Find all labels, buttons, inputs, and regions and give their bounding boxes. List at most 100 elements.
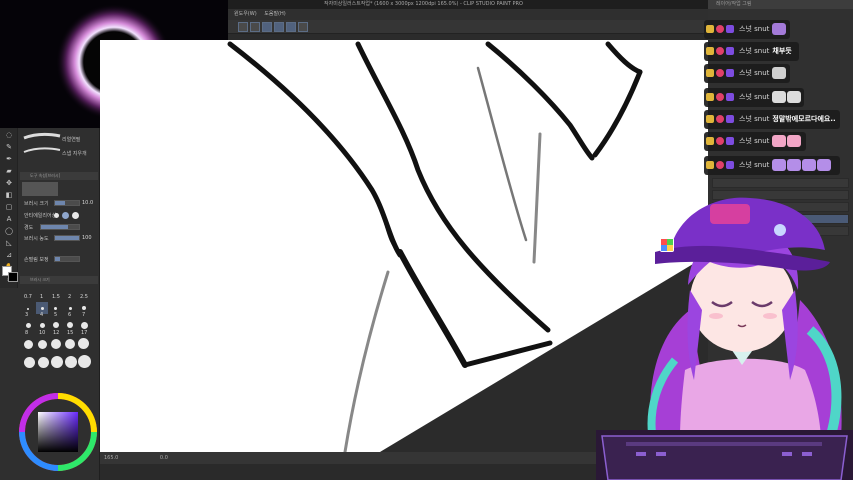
size-cell[interactable]: [40, 323, 45, 328]
size-cell[interactable]: [65, 356, 77, 368]
emote-icon: [772, 159, 787, 171]
snap-button[interactable]: [262, 22, 272, 32]
chat-message: 스넛 snut: [704, 132, 806, 151]
size-label: 8: [25, 330, 29, 336]
chat-author: 스넛 snut: [739, 69, 770, 77]
size-label: 12: [53, 330, 60, 336]
hardness-label: 경도: [24, 225, 34, 231]
chat-message: 스넛 snut 정말밖에모르다에요..: [704, 110, 840, 129]
size-label: 1: [40, 294, 44, 300]
size-cell[interactable]: [51, 356, 63, 368]
pen-tool-icon[interactable]: ✒: [2, 154, 16, 164]
brush-size-value: 10.0: [82, 200, 94, 206]
chat-author: 스넛 snut: [739, 115, 770, 123]
size-label: 3: [25, 312, 29, 318]
chat-message: 스넛 snut: [704, 88, 804, 107]
window-title-bar: 작자미상일러스트작업* (1600 x 3000px 1200dpi 165.0…: [228, 0, 708, 9]
balloon-tool-icon[interactable]: ◯: [2, 226, 16, 236]
drawing-canvas[interactable]: [100, 40, 708, 452]
snap-button[interactable]: [274, 22, 284, 32]
menu-bar: 윈도우(W) 도움말(H): [228, 9, 708, 20]
zoom-value[interactable]: 165.0: [104, 455, 118, 461]
size-cell[interactable]: [69, 307, 72, 310]
channel-badge-icon: [726, 93, 734, 101]
size-cell[interactable]: [78, 338, 89, 349]
brush-preview: [22, 182, 58, 196]
brush-name[interactable]: 스냅 지우개: [62, 150, 87, 157]
emote-icon: [772, 23, 787, 35]
size-label: 5: [54, 312, 58, 318]
heart-badge-icon: [716, 137, 724, 145]
stabilization-slider[interactable]: [54, 256, 80, 262]
opacity-value: 100: [82, 235, 92, 241]
antialias-option[interactable]: [62, 212, 69, 219]
brush-name[interactable]: 리얼연필: [62, 136, 80, 143]
heart-badge-icon: [716, 115, 724, 123]
menu-window[interactable]: 윈도우(W): [234, 11, 257, 17]
size-label: 0.7: [24, 294, 32, 300]
chat-author: 스넛 snut: [739, 25, 770, 33]
size-cell[interactable]: [53, 322, 59, 328]
antialias-option[interactable]: [72, 212, 79, 219]
size-cell[interactable]: [24, 357, 35, 368]
opacity-slider[interactable]: [54, 235, 80, 241]
size-cell[interactable]: [67, 322, 73, 328]
chat-message: 스넛 snut: [704, 156, 840, 175]
lasso-tool-icon[interactable]: ◌: [2, 130, 16, 140]
text-tool-icon[interactable]: A: [2, 214, 16, 224]
crown-badge-icon: [706, 161, 714, 169]
eyedropper-tool-icon[interactable]: ✎: [2, 142, 16, 152]
size-cell[interactable]: [54, 307, 57, 310]
ruler-tool-icon[interactable]: ◺: [2, 238, 16, 248]
antialias-option[interactable]: [54, 213, 59, 218]
channel-badge-icon: [726, 25, 734, 33]
fill-tool-icon[interactable]: ◧: [2, 190, 16, 200]
size-cell[interactable]: [78, 355, 91, 368]
correct-tool-icon[interactable]: ⊿: [2, 250, 16, 260]
menu-help[interactable]: 도움말(H): [264, 11, 285, 17]
eraser-tool-icon[interactable]: ▰: [2, 166, 16, 176]
chat-message: 스넛 snut 채부듯: [704, 42, 799, 61]
window-title: 작자미상일러스트작업* (1600 x 3000px 1200dpi 165.0…: [324, 1, 523, 7]
channel-badge-icon: [726, 137, 734, 145]
heart-badge-icon: [716, 25, 724, 33]
crown-badge-icon: [706, 25, 714, 33]
size-cell[interactable]: [82, 306, 86, 310]
chat-author: 스넛 snut: [739, 137, 770, 145]
size-cell[interactable]: [65, 339, 75, 349]
heart-badge-icon: [716, 93, 724, 101]
emote-icon: [772, 135, 787, 147]
snap-button[interactable]: [286, 22, 296, 32]
emote-icon: [772, 67, 787, 79]
brush-size-slider[interactable]: [54, 200, 80, 206]
heart-badge-icon: [716, 47, 724, 55]
layer-row[interactable]: [712, 178, 849, 188]
color-wheel[interactable]: [18, 392, 98, 472]
size-label: 4: [40, 312, 44, 318]
size-cell[interactable]: [81, 322, 88, 329]
channel-badge-icon: [726, 115, 734, 123]
sub-color-swatch[interactable]: [8, 272, 18, 282]
tablet-frame: [596, 430, 853, 480]
size-cell[interactable]: [26, 323, 31, 328]
crown-badge-icon: [706, 69, 714, 77]
size-cell[interactable]: [38, 340, 47, 349]
size-cell[interactable]: [51, 339, 61, 349]
move-tool-icon[interactable]: ✥: [2, 178, 16, 188]
rotation-value[interactable]: 0.0: [160, 455, 168, 461]
command-button[interactable]: [250, 22, 260, 32]
size-cell[interactable]: [38, 357, 49, 368]
hardness-slider[interactable]: [40, 224, 80, 230]
figure-tool-icon[interactable]: ▢: [2, 202, 16, 212]
command-button[interactable]: [298, 22, 308, 32]
size-cell[interactable]: [24, 340, 33, 349]
size-cell[interactable]: [41, 307, 44, 310]
emote-icon: [787, 135, 802, 147]
chat-text: 정말밖에모르다에요..: [772, 115, 836, 123]
size-label: 10: [39, 330, 46, 336]
chat-message: 스넛 snut: [704, 64, 790, 83]
channel-badge-icon: [726, 161, 734, 169]
heart-badge-icon: [716, 161, 724, 169]
size-cell[interactable]: [27, 308, 29, 310]
command-button[interactable]: [238, 22, 248, 32]
